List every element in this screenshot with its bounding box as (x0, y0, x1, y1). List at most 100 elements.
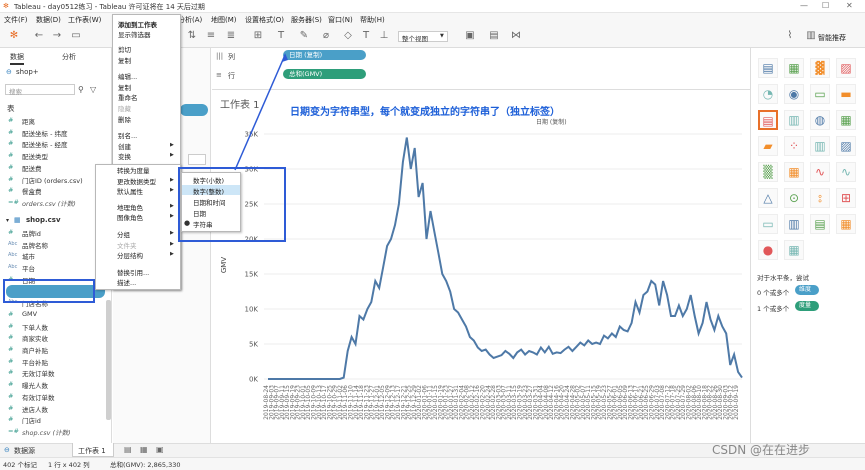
field-item[interactable]: 无效订单数 (22, 368, 55, 378)
swap-icon[interactable]: ⇅ (186, 30, 198, 42)
chart-type-thumbnail[interactable]: ▒ (758, 162, 778, 182)
menu-analysis[interactable]: 分析(A) (178, 15, 202, 25)
menu-item-convert-measure[interactable]: 转换为度量 (117, 165, 150, 175)
chart-type-thumbnail[interactable]: ▬ (836, 84, 856, 104)
minimize-icon[interactable]: — (800, 1, 808, 10)
chart-type-thumbnail[interactable]: △ (758, 188, 778, 208)
tab-analysis[interactable]: 分析 (62, 52, 76, 62)
chart-type-thumbnail[interactable]: ∿ (836, 162, 856, 182)
field-item[interactable]: 商家实收 (22, 333, 48, 343)
menu-server[interactable]: 服务器(S) (291, 15, 322, 25)
presentation-icon[interactable]: ▣ (464, 30, 476, 42)
scrollbar-thumb[interactable] (106, 300, 111, 420)
forward-icon[interactable]: → (51, 30, 63, 42)
chart-type-thumbnail[interactable]: ⁘ (784, 136, 804, 156)
field-item[interactable]: 配送类型 (22, 151, 48, 161)
search-input[interactable]: 搜索 (5, 84, 75, 96)
search-icon[interactable]: ⚲ (78, 85, 84, 94)
chart-type-thumbnail[interactable]: ◉ (784, 84, 804, 104)
chart-type-thumbnail[interactable]: ▦ (784, 58, 804, 78)
marks-type-select[interactable] (188, 154, 206, 165)
menu-item-rename[interactable]: 重命名 (118, 92, 138, 102)
device-icon[interactable]: ▤ (488, 30, 500, 42)
field-item[interactable]: 配送坐标 - 纬度 (22, 128, 67, 138)
menu-item-alias[interactable]: 别名... (118, 130, 137, 140)
menu-map[interactable]: 地图(M) (211, 15, 237, 25)
field-item[interactable]: 商户补贴 (22, 345, 48, 355)
field-item[interactable]: 门店ID (orders.csv) (22, 175, 83, 185)
rows-pill[interactable]: 总和(GMV) (283, 69, 366, 79)
menu-item-image-role[interactable]: 图像角色 (117, 212, 143, 222)
chart-type-thumbnail[interactable]: ▥ (784, 214, 804, 234)
menu-item-transform[interactable]: 变换 (118, 151, 131, 161)
chart-type-thumbnail[interactable]: ▦ (836, 110, 856, 130)
filter-icon[interactable]: ▽ (90, 85, 96, 94)
chart-type-thumbnail[interactable]: ▤ (810, 214, 830, 234)
clip-icon[interactable]: ⌀ (320, 30, 332, 42)
menu-item-folder[interactable]: 文件夹 (117, 240, 137, 250)
sheet-tab[interactable]: 工作表 1 (72, 443, 114, 457)
label-icon[interactable]: T (275, 30, 287, 42)
pin-icon[interactable]: ⊥ (378, 30, 390, 42)
chart-type-thumbnail[interactable]: ⊙ (784, 188, 804, 208)
menu-item-cut[interactable]: 剪切 (118, 44, 131, 54)
tableau-home-icon[interactable]: ✻ (8, 30, 20, 42)
back-icon[interactable]: ← (33, 30, 45, 42)
chart-type-thumbnail[interactable]: ◍ (810, 110, 830, 130)
save-icon[interactable]: ▭ (70, 30, 82, 42)
field-item[interactable]: 门店id (22, 415, 41, 425)
new-sheet-icon[interactable]: ▤ (124, 445, 132, 454)
chart-type-thumbnail[interactable]: ▦ (784, 162, 804, 182)
chart-type-thumbnail[interactable]: ▭ (810, 84, 830, 104)
highlight-icon[interactable]: ✎ (298, 30, 310, 42)
field-item[interactable]: GMV (22, 310, 37, 318)
view-select[interactable]: 整个视图 ▼ (398, 31, 448, 43)
chart-type-thumbnail[interactable]: ▰ (758, 136, 778, 156)
datasource-tab[interactable]: 数据源 (14, 446, 35, 456)
chart-type-thumbnail[interactable]: ◔ (758, 84, 778, 104)
menu-item-change-data-type[interactable]: 更改数据类型 (117, 176, 156, 186)
columns-pill[interactable]: 日期 (复制) (283, 50, 366, 60)
field-item[interactable]: 配送费 (22, 163, 42, 173)
section-shop[interactable]: shop.csv (26, 216, 61, 224)
menu-file[interactable]: 文件(F) (4, 15, 28, 25)
menu-item-add-to-sheet[interactable]: 添加到工作表 (118, 19, 157, 29)
field-item[interactable]: 下单人数 (22, 322, 48, 332)
chart-type-thumbnail[interactable]: ▓ (810, 58, 830, 78)
field-item[interactable]: 城市 (22, 251, 35, 261)
share-icon[interactable]: ⋈ (510, 30, 522, 42)
field-item[interactable]: 餐盒费 (22, 186, 42, 196)
smart-recommend-icon[interactable]: ▥ (805, 30, 817, 42)
chart-type-thumbnail[interactable]: ⦂ (810, 188, 830, 208)
chart-type-thumbnail[interactable]: ∿ (810, 162, 830, 182)
field-item[interactable]: 品牌名称 (22, 240, 48, 250)
chart-type-thumbnail[interactable]: ▭ (758, 214, 778, 234)
menu-item-hierarchy[interactable]: 分层结构 (117, 250, 143, 260)
menu-window[interactable]: 窗口(N) (328, 15, 353, 25)
menu-item-geo-role[interactable]: 地理角色 (117, 202, 143, 212)
menu-item-create[interactable]: 创建 (118, 141, 131, 151)
marks-pill[interactable] (180, 104, 208, 116)
new-story-icon[interactable]: ▣ (156, 445, 164, 454)
group-icon[interactable]: ⊞ (252, 30, 264, 42)
menu-item-hide[interactable]: 隐藏 (118, 103, 131, 113)
tab-data[interactable]: 数据 (10, 52, 24, 65)
chart-type-thumbnail[interactable]: ▨ (836, 58, 856, 78)
brush-icon[interactable]: ⌇ (784, 30, 796, 42)
field-item[interactable]: 配送坐标 - 经度 (22, 139, 67, 149)
field-item[interactable]: 曝光人数 (22, 380, 48, 390)
smart-recommend-label[interactable]: 智能推荐 (818, 33, 846, 43)
menu-item-show-filter[interactable]: 显示筛选器 (118, 29, 151, 39)
chart-type-thumbnail[interactable]: ▦ (836, 214, 856, 234)
menu-item-copy2[interactable]: 复制 (118, 82, 131, 92)
field-item[interactable]: 品牌id (22, 228, 41, 238)
menu-item-group[interactable]: 分组 (117, 229, 130, 239)
chart-type-thumbnail[interactable]: ▥ (810, 136, 830, 156)
sort-desc-icon[interactable]: ≣ (225, 30, 237, 42)
annotation-icon[interactable]: ◇ (342, 30, 354, 42)
menu-item-copy[interactable]: 复制 (118, 55, 131, 65)
datasource-name[interactable]: shop+ (16, 68, 39, 76)
field-item[interactable]: 有效订单数 (22, 392, 55, 402)
menu-format[interactable]: 设置格式(O) (245, 15, 284, 25)
field-item[interactable]: orders.csv (计数) (22, 198, 76, 208)
